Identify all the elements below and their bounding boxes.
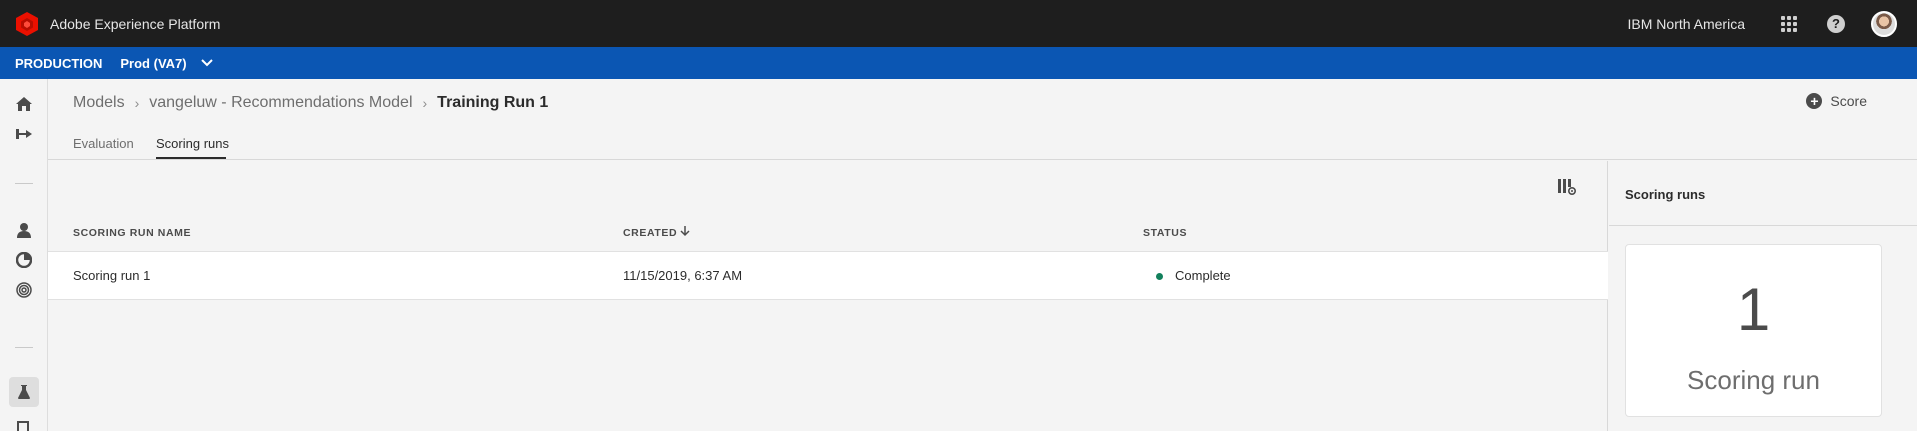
adobe-logo[interactable] bbox=[14, 11, 40, 37]
nav-divider bbox=[15, 347, 33, 348]
add-circle-icon: + bbox=[1806, 93, 1823, 109]
cell-scoring-run-name[interactable]: Scoring run 1 bbox=[73, 268, 150, 283]
chevron-down-icon[interactable] bbox=[200, 57, 213, 69]
breadcrumb-current: Training Run 1 bbox=[437, 94, 549, 111]
score-button-label: Score bbox=[1830, 93, 1867, 109]
models-flask-icon[interactable] bbox=[9, 377, 39, 407]
tab-evaluation[interactable]: Evaluation bbox=[73, 136, 134, 151]
sandbox-selector[interactable]: Prod (VA7) bbox=[120, 56, 186, 71]
tab-selected-indicator bbox=[156, 157, 226, 159]
column-settings-icon[interactable] bbox=[1557, 177, 1577, 197]
apps-icon[interactable] bbox=[1781, 15, 1797, 32]
breadcrumb: Models › vangeluw - Recommendations Mode… bbox=[73, 94, 548, 112]
top-right-controls: IBM North America ? bbox=[1628, 0, 1897, 47]
environment-label: PRODUCTION bbox=[15, 55, 103, 71]
tab-scoring-runs[interactable]: Scoring runs bbox=[156, 136, 229, 151]
cell-status: Complete bbox=[1175, 268, 1231, 283]
left-nav-rail bbox=[0, 79, 48, 431]
segments-icon[interactable] bbox=[9, 245, 39, 275]
chevron-right-icon: › bbox=[422, 95, 428, 111]
tab-bar: Evaluation Scoring runs bbox=[48, 128, 1917, 160]
sources-icon[interactable] bbox=[9, 119, 39, 149]
scoring-run-count: 1 bbox=[1736, 276, 1771, 343]
identities-icon[interactable] bbox=[9, 275, 39, 305]
score-button[interactable]: + Score bbox=[1806, 93, 1867, 109]
profiles-icon[interactable] bbox=[9, 215, 39, 245]
home-icon[interactable] bbox=[9, 89, 39, 119]
breadcrumb-model[interactable]: vangeluw - Recommendations Model bbox=[149, 94, 412, 112]
breadcrumb-models[interactable]: Models bbox=[73, 94, 125, 112]
column-header-status[interactable]: STATUS bbox=[1143, 227, 1187, 239]
org-switcher[interactable]: IBM North America bbox=[1628, 16, 1745, 32]
sort-descending-icon[interactable] bbox=[680, 224, 690, 242]
notebooks-icon[interactable] bbox=[9, 413, 39, 431]
panel-divider bbox=[1609, 225, 1917, 226]
panel-title: Scoring runs bbox=[1625, 187, 1706, 202]
avatar[interactable] bbox=[1871, 10, 1897, 37]
top-bar: Adobe Experience Platform IBM North Amer… bbox=[0, 0, 1917, 47]
status-indicator-dot bbox=[1156, 273, 1163, 280]
summary-panel: Scoring runs 1 Scoring run bbox=[1609, 161, 1917, 431]
column-header-created[interactable]: CREATED bbox=[623, 227, 677, 239]
environment-bar: PRODUCTION Prod (VA7) bbox=[0, 47, 1917, 79]
help-icon[interactable]: ? bbox=[1827, 14, 1845, 33]
chevron-right-icon: › bbox=[134, 95, 140, 111]
cell-created: 11/15/2019, 6:37 AM bbox=[623, 268, 743, 283]
scoring-run-count-card: 1 Scoring run bbox=[1625, 244, 1882, 417]
nav-divider bbox=[15, 183, 33, 184]
app-title[interactable]: Adobe Experience Platform bbox=[50, 16, 220, 32]
table-row[interactable]: Scoring run 1 11/15/2019, 6:37 AM Comple… bbox=[48, 251, 1608, 300]
scoring-runs-table: SCORING RUN NAME CREATED STATUS Scoring … bbox=[48, 161, 1608, 431]
column-header-name[interactable]: SCORING RUN NAME bbox=[73, 227, 191, 239]
scoring-run-count-label: Scoring run bbox=[1687, 365, 1820, 395]
